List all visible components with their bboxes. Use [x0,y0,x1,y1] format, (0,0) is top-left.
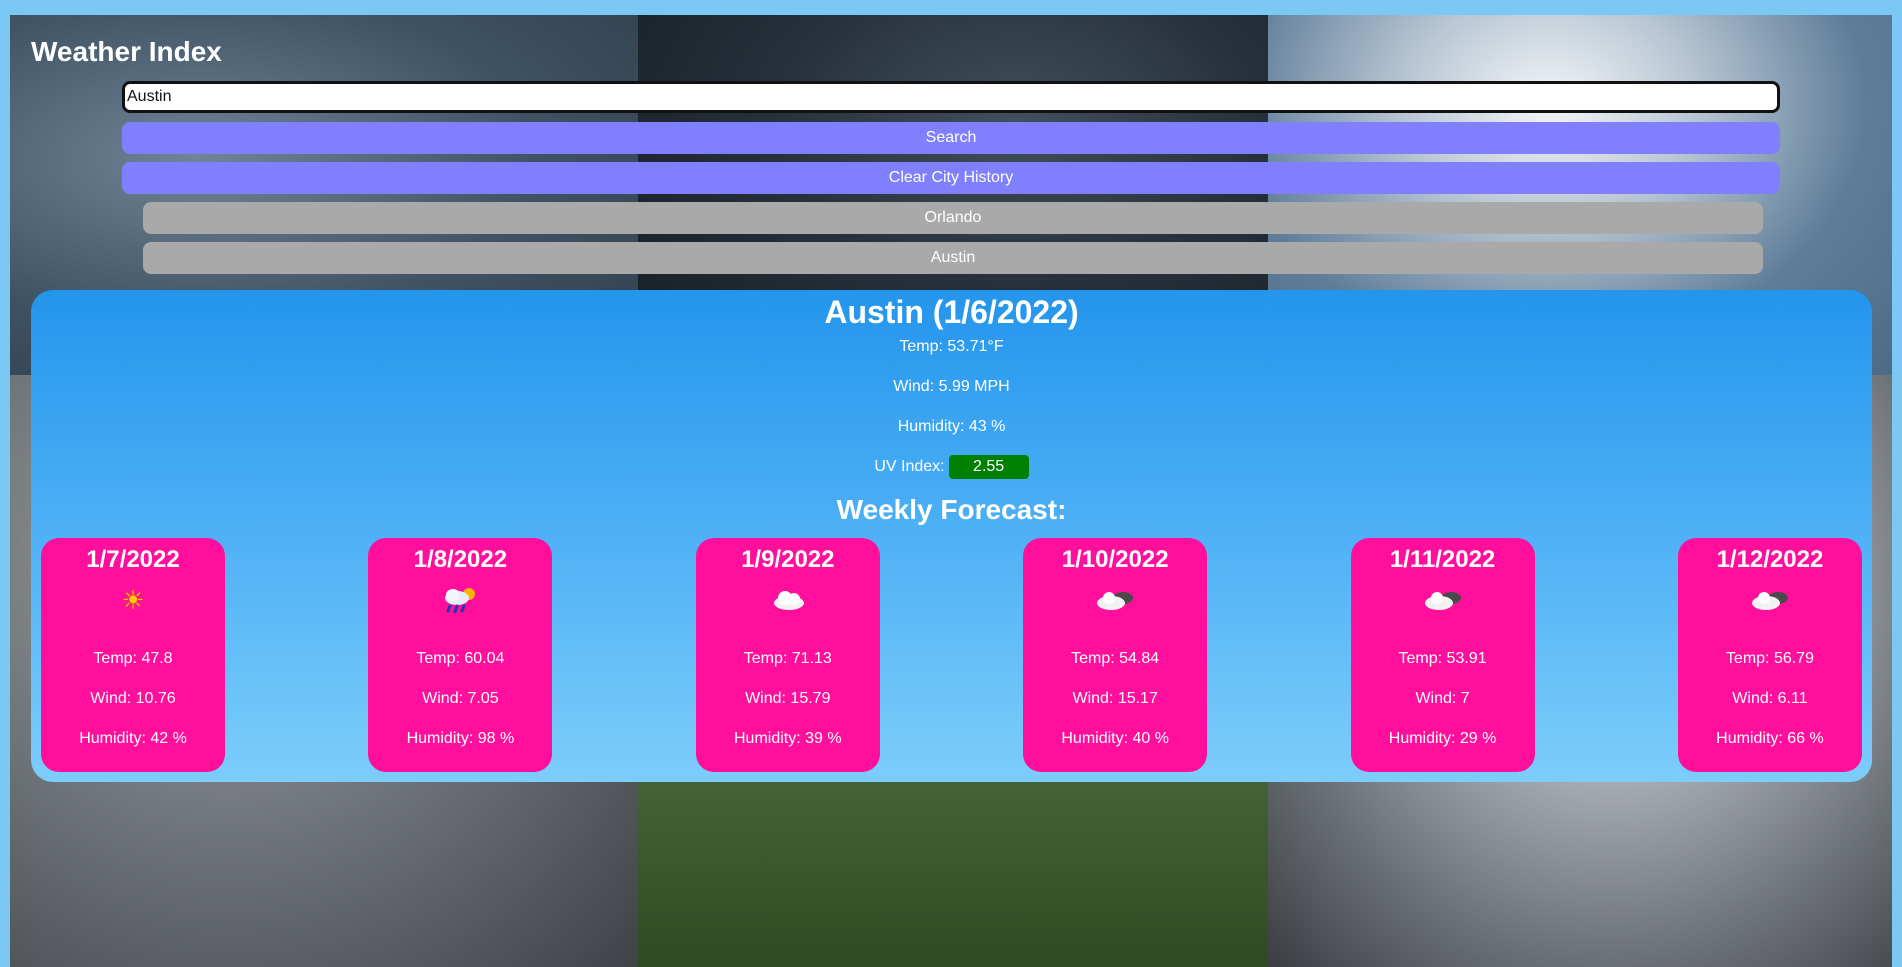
forecast-wind: Wind: 6.11 [1732,690,1808,707]
forecast-date: 1/11/2022 [1389,546,1496,573]
rain-sun-icon [368,584,552,623]
cloud-icon [696,584,880,623]
forecast-card: 1/9/2022 Temp: 71.13 Wind: 15.79 Humidit… [695,538,880,772]
current-humidity: Humidity: 43 % [897,418,1006,435]
forecast-temp: Temp: 71.13 [743,650,832,667]
forecast-humidity: Humidity: 98 % [406,730,515,747]
uv-index-label: UV Index: [874,458,945,475]
broken-clouds-icon [1023,584,1207,623]
forecast-humidity: Humidity: 29 % [1388,730,1497,747]
app-title: Weather Index [31,36,222,67]
forecast-wind: Wind: 15.79 [745,690,831,707]
forecast-wind: Wind: 15.17 [1072,690,1158,707]
forecast-date: 1/12/2022 [1716,546,1824,573]
forecast-date: 1/8/2022 [413,546,508,573]
weekly-forecast-title: Weekly Forecast: [836,494,1067,525]
forecast-date: 1/10/2022 [1061,546,1169,573]
forecast-temp: Temp: 53.91 [1398,650,1487,667]
forecast-row: 1/7/2022 ☀ Temp: 47.8 Wind: 10.76 Humidi… [41,538,1862,772]
current-city-title: Austin (1/6/2022) [824,294,1079,330]
forecast-wind: Wind: 10.76 [90,690,176,707]
forecast-humidity: Humidity: 42 % [79,730,187,747]
forecast-card: 1/12/2022 Temp: 56.79 Wind: 6.11 Humidit… [1677,538,1862,772]
forecast-temp: Temp: 54.84 [1071,650,1160,667]
forecast-wind: Wind: 7 [1415,690,1470,707]
history-city-button[interactable]: Austin [143,242,1763,274]
forecast-date: 1/7/2022 [86,546,180,573]
clear-history-button[interactable]: Clear City History [122,162,1780,194]
forecast-card: 1/11/2022 Temp: 53.91 Wind: 7 Humidity: … [1350,538,1535,772]
forecast-card: 1/8/2022 Temp: 60.04 Wind: 7.05 Humidity… [368,538,553,772]
weather-panel: Austin (1/6/2022) Temp: 53.71°F Wind: 5.… [31,290,1872,782]
forecast-wind: Wind: 7.05 [422,690,499,707]
search-button[interactable]: Search [122,122,1780,154]
forecast-card: 1/10/2022 Temp: 54.84 Wind: 15.17 Humidi… [1023,538,1208,772]
history-city-button[interactable]: Orlando [143,202,1763,234]
forecast-humidity: Humidity: 66 % [1716,730,1824,747]
city-search-input[interactable] [122,81,1780,113]
forecast-temp: Temp: 56.79 [1725,650,1814,667]
current-temp: Temp: 53.71°F [899,338,1004,355]
forecast-date: 1/9/2022 [741,546,835,573]
forecast-temp: Temp: 47.8 [93,650,173,667]
current-wind: Wind: 5.99 MPH [893,378,1010,395]
broken-clouds-icon [1351,584,1535,623]
sun-icon: ☀ [121,585,145,615]
forecast-card: 1/7/2022 ☀ Temp: 47.8 Wind: 10.76 Humidi… [41,538,225,772]
uv-index-badge: 2.55 [948,455,1029,479]
broken-clouds-icon [1678,584,1862,623]
forecast-humidity: Humidity: 40 % [1061,730,1169,747]
uv-index-row: UV Index: 2.55 [31,455,1872,479]
forecast-humidity: Humidity: 39 % [733,730,842,747]
forecast-temp: Temp: 60.04 [416,650,505,667]
